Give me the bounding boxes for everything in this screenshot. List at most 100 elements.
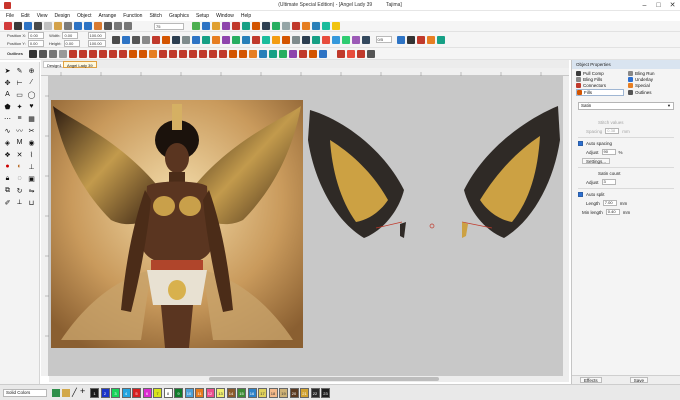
fill-tatami-icon[interactable] [229,49,238,58]
auto-split-row[interactable]: Auto split [572,192,680,197]
arc-icon[interactable] [361,35,370,44]
tab-angel-lady[interactable]: Angel Lady 39 [63,61,97,68]
trace-icon[interactable] [337,49,346,58]
grid-icon[interactable] [192,22,200,30]
height-field[interactable]: 0.00 [63,40,80,47]
bezier-icon[interactable]: ∿ [3,126,12,135]
maximize-button[interactable]: □ [654,1,663,10]
fill-stitch-icon[interactable]: ▦ [27,114,36,123]
shape-icon[interactable] [331,35,340,44]
candle-tool-icon[interactable]: ⌇ [27,150,36,159]
lock-ratio-icon[interactable] [111,35,120,44]
color-swatch[interactable]: 1 [90,388,99,398]
copy-icon[interactable] [54,22,62,30]
outline-feather-icon[interactable] [219,49,228,58]
pointer-icon[interactable]: ➤ [3,66,12,75]
outline-candle-icon[interactable] [109,49,118,58]
trim-tool-icon[interactable]: ⊥ [27,162,36,171]
satin-adjust-field[interactable]: 3 [601,179,616,185]
zoom-in-icon[interactable] [114,22,122,30]
outline-shadow-icon[interactable] [129,49,138,58]
tab-connectors[interactable]: Connectors [576,83,624,88]
stop-icon[interactable]: ● [3,162,12,171]
alert-icon[interactable] [292,22,300,30]
ellipse-icon[interactable]: ◯ [27,90,36,99]
pan-icon[interactable]: ✥ [3,78,12,87]
settings-button[interactable]: Settings... [582,158,611,164]
lock-icon[interactable]: 🔒︎ [3,174,12,183]
mirror-tool-icon[interactable]: ⇋ [27,186,36,195]
order-icon[interactable] [201,35,210,44]
align-icon[interactable] [141,35,150,44]
monogram-tool-icon[interactable]: M [15,138,24,147]
new-icon[interactable] [4,22,12,30]
export-icon[interactable] [272,22,280,30]
color-swatch[interactable]: 22 [310,388,320,398]
group-tool-icon[interactable]: ▣ [27,174,36,183]
color-swatch[interactable]: 12 [205,388,215,398]
menu-setup[interactable]: Setup [196,13,209,19]
menu-arrange[interactable]: Arrange [98,13,116,19]
view-3d-icon[interactable] [367,49,376,58]
color-swatch[interactable]: 9 [174,388,183,398]
knife-icon[interactable]: ✂ [27,126,36,135]
color-swatch[interactable]: 17 [258,388,267,398]
outline-wave-icon[interactable] [159,49,168,58]
fill-satin-icon[interactable] [239,49,248,58]
thread-chart-icon[interactable] [52,389,60,397]
menu-view[interactable]: View [37,13,48,19]
select-icon[interactable] [104,22,112,30]
fill-motif-icon[interactable] [279,49,288,58]
c-tool-icon[interactable] [406,35,415,44]
run-stitch-icon[interactable]: ⋯ [3,114,12,123]
outline-motif-icon[interactable] [89,49,98,58]
color-swatch[interactable]: 6 [142,388,152,398]
redo-icon[interactable] [84,22,92,30]
color-swatch[interactable]: 13 [216,388,225,398]
import-icon[interactable] [94,22,102,30]
undo-icon[interactable] [74,22,82,30]
effects-button[interactable]: Effects [580,377,602,383]
color-swatch[interactable]: 15 [237,388,246,398]
heart-icon[interactable] [321,35,330,44]
vertical-scrollbar[interactable] [563,76,569,376]
color-wheel-icon[interactable]: ◐ [15,162,24,171]
menu-function[interactable]: Function [123,13,142,19]
auto-spacing-checkbox[interactable] [578,141,583,146]
fill-type-select[interactable]: Satin ▼ [578,102,674,110]
tab-outlines[interactable]: Outlines [628,89,676,96]
outline-cross-icon[interactable] [169,49,178,58]
color-swatch[interactable]: 20 [289,388,299,398]
zoom-field[interactable]: 75 [154,22,184,30]
color-swatch[interactable]: 8 [163,388,173,398]
bling-tool-icon[interactable]: ❖ [3,150,12,159]
fill-spiral-icon[interactable] [299,49,308,58]
sequin-tool-icon[interactable]: ◉ [27,138,36,147]
tab-special[interactable]: Special [628,83,676,88]
outline-zigzag-icon[interactable] [79,49,88,58]
add-color-icon[interactable]: + [80,387,88,396]
rectangle-icon[interactable]: ▭ [15,90,24,99]
length-field[interactable]: 7.00 [602,200,617,206]
color-mode-field[interactable]: Solid Colors [3,389,47,397]
zoom-out-icon[interactable] [124,22,132,30]
width-field[interactable]: 0.00 [62,32,79,39]
auto-digitize-icon[interactable] [347,49,356,58]
color-swatch[interactable]: 10 [184,388,194,398]
tab-bling-fills[interactable]: Bling Fills [576,77,624,82]
font-icon[interactable] [311,35,320,44]
fill-type-icon[interactable] [161,35,170,44]
applique-tool-icon[interactable]: ◈ [3,138,12,147]
measure-icon[interactable]: ⊢ [15,78,24,87]
color-swatch[interactable]: 18 [268,388,278,398]
open-icon[interactable] [14,22,22,30]
stitch-player-icon[interactable] [232,22,240,30]
monogram-icon[interactable] [301,35,310,44]
color-swatch[interactable]: 7 [153,388,162,398]
print-icon[interactable] [34,22,42,30]
outline-lace-icon[interactable] [199,49,208,58]
save-icon[interactable] [24,22,32,30]
adjust-field[interactable]: 90 [601,149,616,155]
eyedropper-icon[interactable]: ⁄ [27,78,36,87]
circle-icon[interactable] [396,35,405,44]
